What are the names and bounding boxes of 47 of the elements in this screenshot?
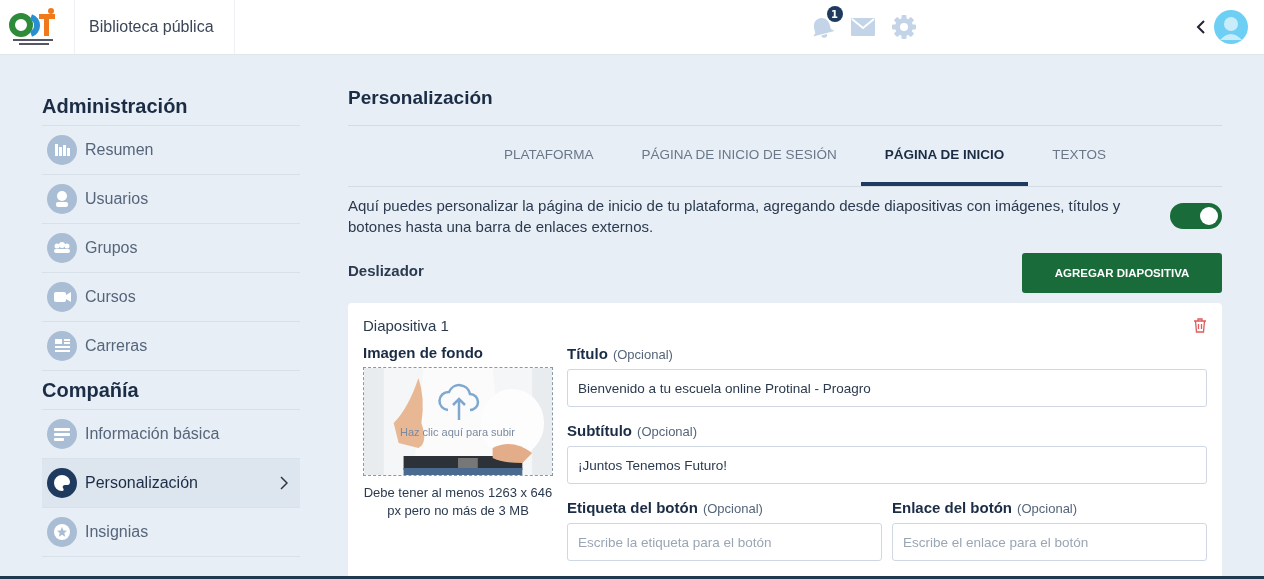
field-label: Subtítulo: [567, 422, 632, 439]
sidebar-section-title: Administración: [42, 87, 300, 126]
chevron-right-icon: [280, 476, 288, 490]
upload-area[interactable]: Haz clic aquí para subir: [363, 367, 553, 476]
sidebar-item[interactable]: Resumen: [42, 126, 300, 175]
upload-hint: Haz clic aquí para subir: [400, 426, 515, 438]
sidebar-item[interactable]: Personalización: [42, 459, 300, 508]
tab[interactable]: PÁGINA DE INICIO DE SESIÓN: [617, 126, 861, 186]
sidebar-section-title: Compañía: [42, 371, 300, 410]
image-size-note: Debe tener al menos 1263 x 646 px pero no más de 3 MB: [363, 484, 553, 520]
list-icon: [47, 331, 77, 361]
text-lines-icon: [47, 419, 77, 449]
toggle-switch[interactable]: [1170, 203, 1222, 229]
page-title: Personalización: [348, 85, 1222, 126]
input-field[interactable]: ¡Juntos Tenemos Futuro!: [567, 446, 1207, 484]
trash-icon[interactable]: [1193, 318, 1207, 333]
section-title: Deslizador: [348, 262, 424, 279]
sidebar-item[interactable]: Carreras: [42, 322, 300, 371]
notification-badge: 1: [826, 6, 843, 22]
field-label: Enlace del botón: [892, 499, 1012, 516]
bar-chart-icon: [47, 135, 77, 165]
palette-icon: [47, 468, 77, 498]
description-text: Aquí puedes personalizar la página de inicio de tu plataforma, agregando desde diapositivas con imágenes, títulos y botones hasta una barra de enlaces externos.: [348, 196, 1122, 237]
video-camera-icon: [47, 282, 77, 312]
sidebar-item[interactable]: Insignias: [42, 508, 300, 557]
tab[interactable]: PÁGINA DE INICIO: [860, 126, 1029, 186]
optional-hint: (Opcional): [702, 501, 763, 516]
sidebar-item[interactable]: Cursos: [42, 273, 300, 322]
optional-hint: (Opcional): [612, 347, 673, 362]
optional-hint: (Opcional): [637, 424, 698, 439]
input-field[interactable]: Bienvenido a tu escuela online Protinal - Proagro: [567, 369, 1207, 407]
slide-title: Diapositiva 1: [363, 317, 449, 334]
tab[interactable]: PLATAFORMA: [480, 126, 618, 186]
field-label: Etiqueta del botón: [567, 499, 698, 516]
field-label: Título: [567, 345, 608, 362]
chevron-left-icon[interactable]: [1196, 19, 1206, 35]
app-name: Biblioteca pública: [75, 0, 235, 54]
input-field[interactable]: Escribe la etiqueta para el botón: [567, 523, 882, 561]
input-field[interactable]: Escribe el enlace para el botón: [892, 523, 1207, 561]
sidebar-item[interactable]: Grupos: [42, 224, 300, 273]
add-slide-button[interactable]: AGREGAR DIAPOSITIVA: [1022, 253, 1222, 293]
sidebar-item[interactable]: Usuarios: [42, 175, 300, 224]
tab[interactable]: TEXTOS: [1028, 126, 1130, 186]
group-icon: [47, 233, 77, 263]
user-icon: [47, 184, 77, 214]
field-label: Imagen de fondo: [363, 344, 484, 361]
optional-hint: (Opcional): [1017, 501, 1078, 516]
